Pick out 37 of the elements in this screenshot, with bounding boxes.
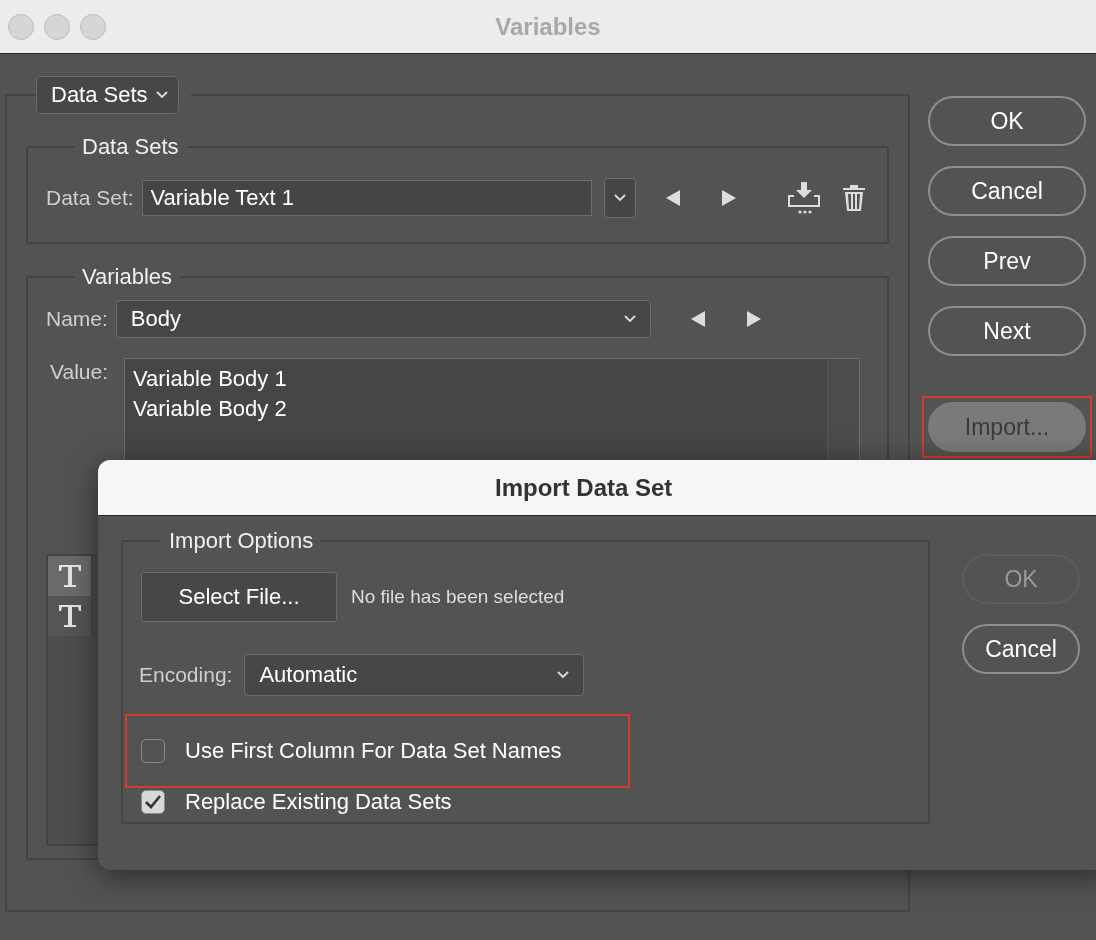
checkbox-label: Use First Column For Data Set Names (185, 738, 562, 764)
checkbox[interactable] (141, 739, 165, 763)
caret-icon (557, 671, 570, 679)
select-file-button[interactable]: Select File... (141, 572, 337, 622)
caret-icon (623, 315, 636, 323)
group-title: Variables (81, 264, 174, 290)
value-line: Variable Body 1 (133, 365, 288, 393)
dialog-button[interactable]: Prev (928, 236, 1086, 286)
group-title: Data Sets (81, 134, 180, 160)
dropdown-button[interactable] (603, 178, 636, 218)
text-layer-icon (56, 562, 83, 589)
field-label: Encoding: (139, 663, 233, 687)
dialog-button[interactable]: Cancel (928, 166, 1086, 216)
checkbox-label: Replace Existing Data Sets (185, 789, 452, 815)
data-set-field[interactable]: Variable Text 1 (141, 180, 592, 216)
dialog-button[interactable]: OK (928, 96, 1086, 146)
view-dropdown[interactable]: Data Sets (36, 76, 179, 114)
dialog-button[interactable]: Next (928, 306, 1086, 356)
text-layer-icon (56, 602, 83, 629)
checkbox[interactable] (141, 790, 165, 814)
dialog-button[interactable]: Cancel (962, 624, 1080, 674)
trash-icon[interactable] (841, 184, 866, 212)
import-icon[interactable] (785, 181, 822, 215)
encoding-select[interactable]: Automatic (244, 654, 585, 696)
dialog-title: Import Data Set (495, 473, 673, 502)
file-status: No file has been selected (351, 586, 565, 608)
group-title: Import Options (168, 528, 315, 554)
caret-icon (155, 91, 168, 99)
field-label: Value: (50, 360, 108, 384)
window-title: Variables (494, 12, 602, 41)
name-select[interactable]: Body (115, 300, 651, 338)
field-label: Data Set: (46, 186, 134, 210)
field-label: Name: (46, 307, 108, 331)
next-button[interactable] (719, 189, 738, 207)
caret-icon (613, 194, 626, 202)
value-line: Variable Body 2 (133, 395, 288, 423)
next-button[interactable] (744, 310, 763, 328)
